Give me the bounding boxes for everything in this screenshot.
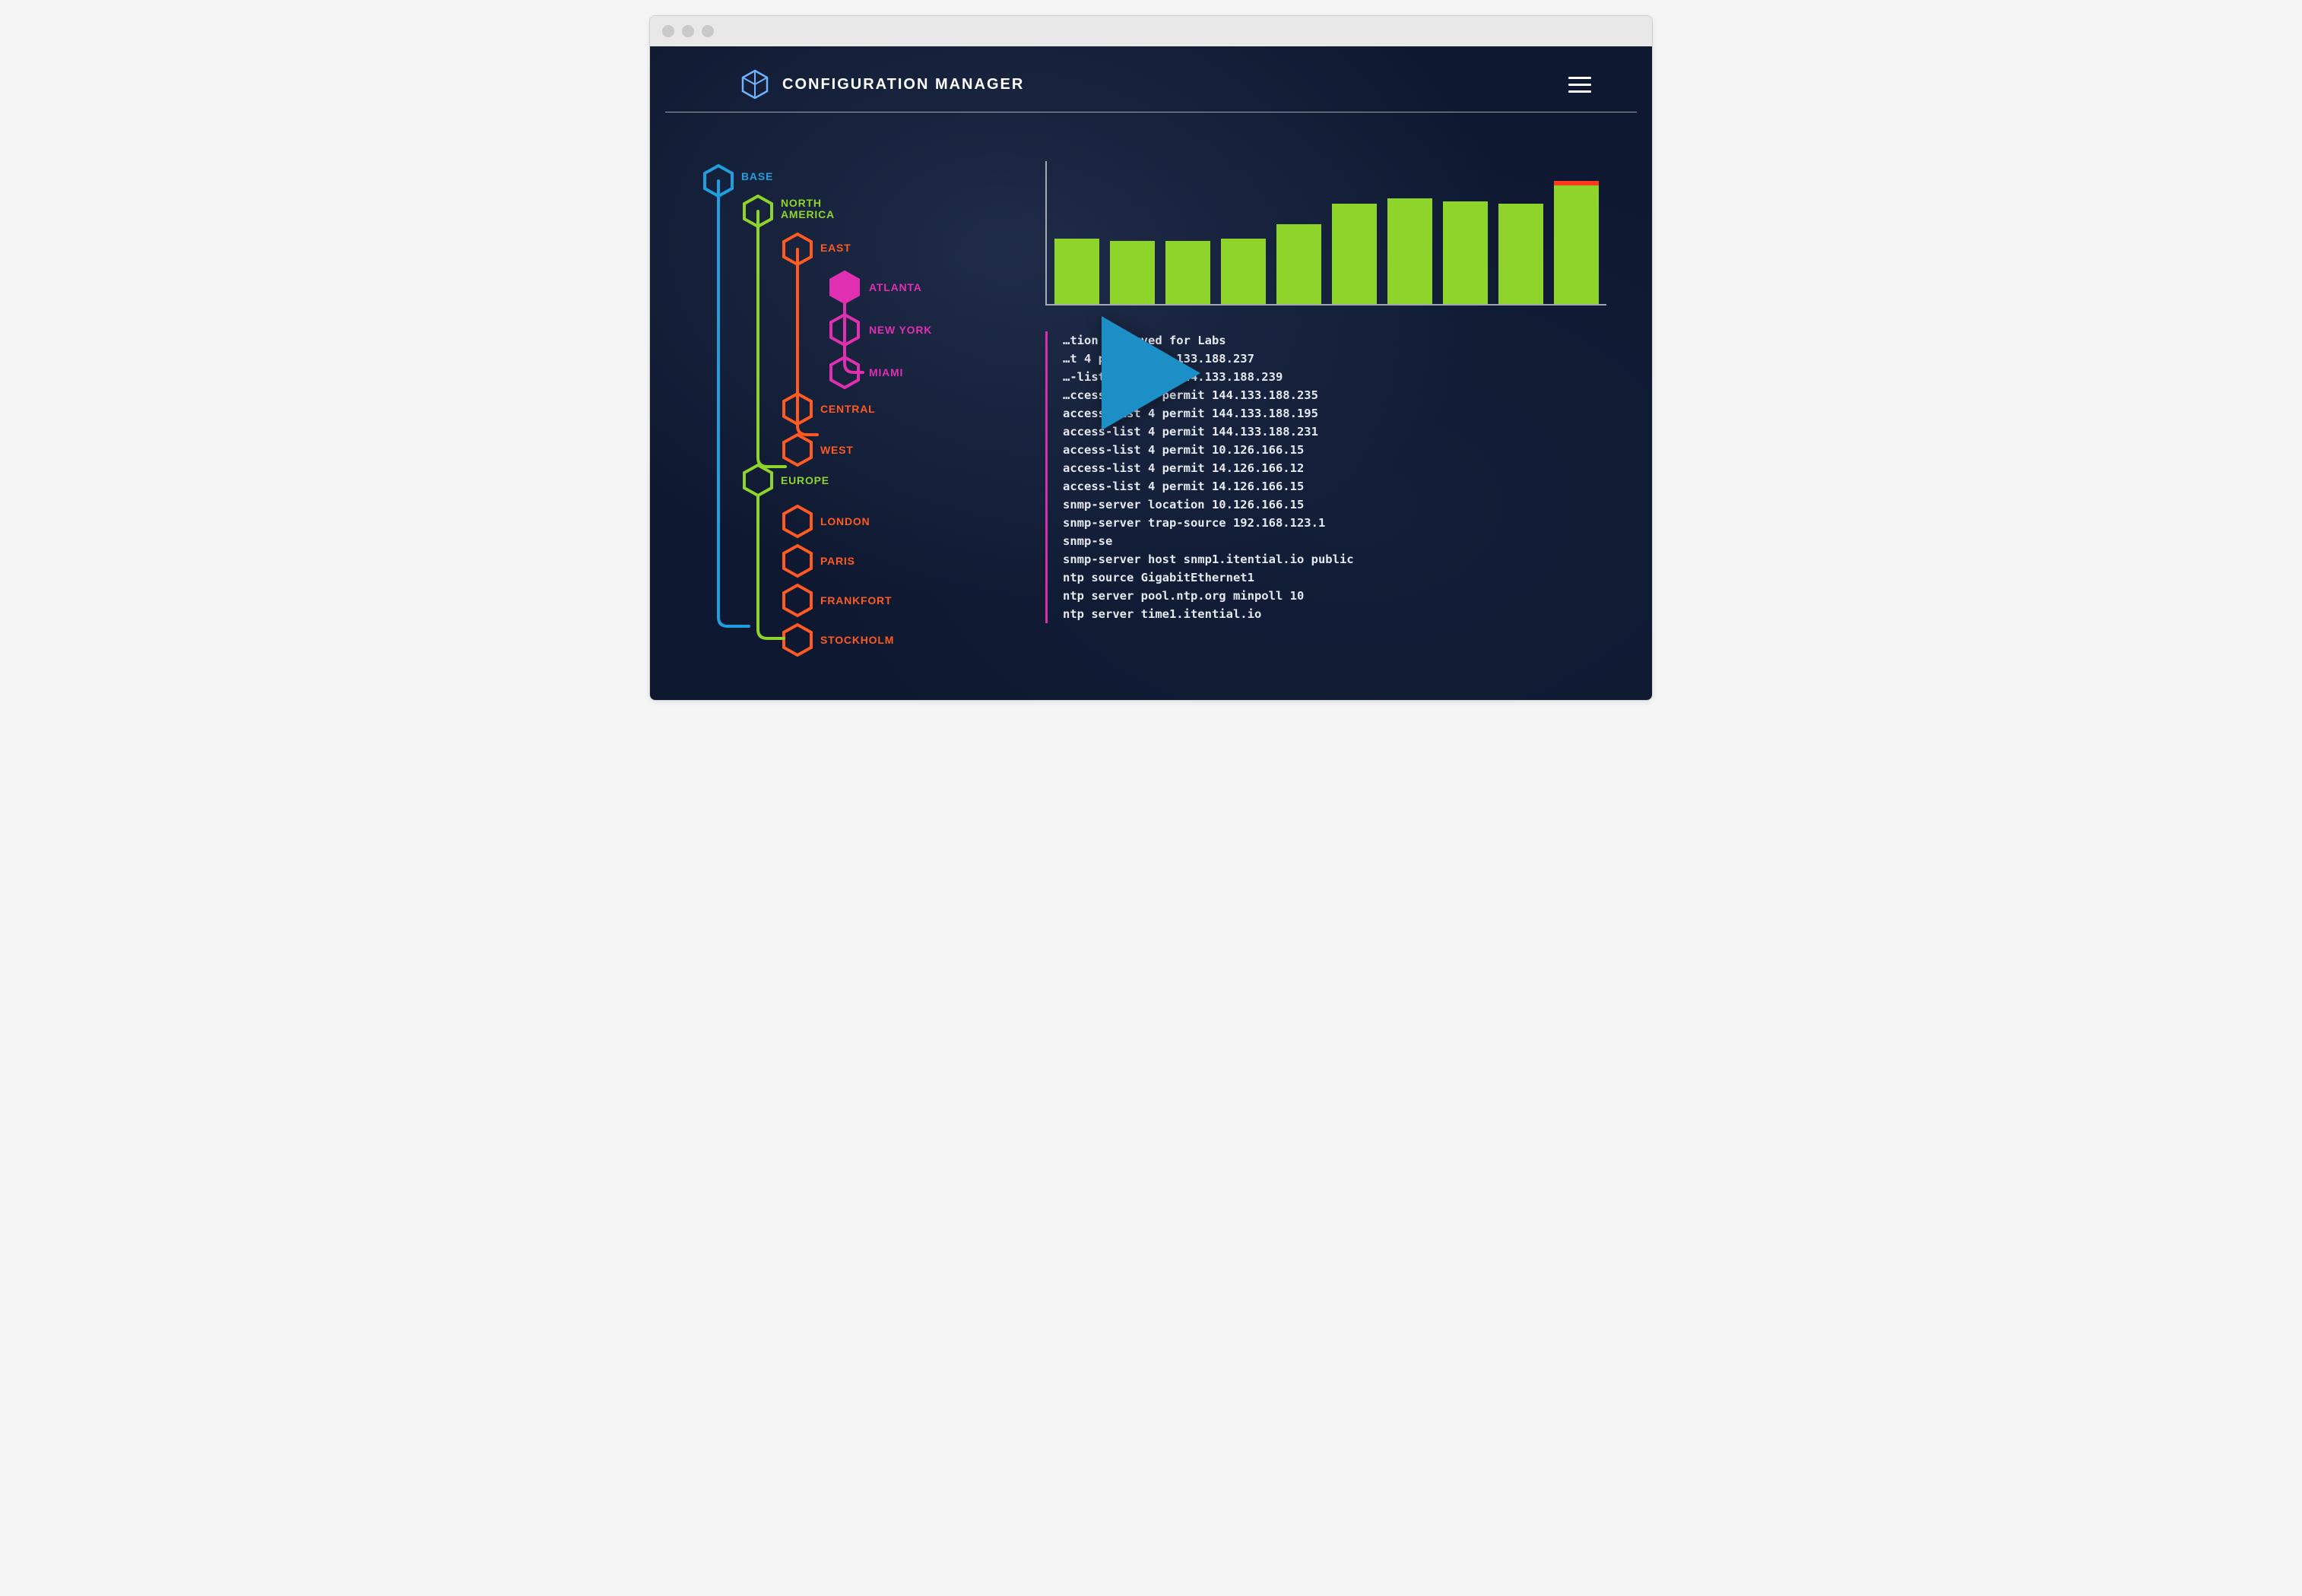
tree-node-newyork[interactable]: NEW YORK <box>869 324 932 336</box>
chart-bar <box>1498 204 1543 304</box>
tree-node-atlanta[interactable]: ATLANTA <box>869 281 922 293</box>
chart-bar <box>1443 201 1488 304</box>
tree-node-frankfort[interactable]: FRANKFORT <box>820 594 892 606</box>
app-root: CONFIGURATION MANAGER <box>650 46 1652 700</box>
chart-bar <box>1387 198 1432 304</box>
config-line: ntp server time1.itential.io <box>1063 605 1606 623</box>
config-line: snmp-server location 10.126.166.15 <box>1063 496 1606 514</box>
config-line: ntp source GigabitEthernet1 <box>1063 568 1606 587</box>
chart-bar <box>1332 204 1377 304</box>
usage-bar-chart <box>1045 161 1606 306</box>
tree-node-east[interactable]: EAST <box>820 242 851 254</box>
chart-bar <box>1165 241 1210 304</box>
tree-node-base[interactable]: BASE <box>741 170 773 182</box>
chart-bar <box>1110 241 1155 304</box>
browser-frame: CONFIGURATION MANAGER <box>649 15 1653 701</box>
chart-bar <box>1221 239 1266 304</box>
config-line: access-list 4 permit 10.126.166.15 <box>1063 441 1606 459</box>
tree-node-west[interactable]: WEST <box>820 444 854 456</box>
chart-bar <box>1554 181 1599 304</box>
config-line: access-list 4 permit 14.126.166.12 <box>1063 459 1606 477</box>
brand-title: CONFIGURATION MANAGER <box>782 76 1024 93</box>
traffic-light-max[interactable] <box>702 25 714 37</box>
tree-connectors <box>696 143 1015 660</box>
menu-button[interactable] <box>1568 77 1591 93</box>
tree-node-north-america[interactable]: NORTHAMERICA <box>781 198 835 221</box>
tree-node-europe[interactable]: EUROPE <box>781 474 829 486</box>
browser-titlebar <box>650 16 1652 46</box>
chart-bar <box>1276 224 1321 304</box>
traffic-light-min[interactable] <box>682 25 694 37</box>
topbar: CONFIGURATION MANAGER <box>665 46 1637 112</box>
tree-node-stockholm[interactable]: STOCKHOLM <box>820 634 894 646</box>
config-line: snmp-se <box>1063 532 1606 550</box>
location-tree: BASE NORTHAMERICA EAST ATLANTA NEW YORK … <box>696 143 1015 660</box>
tree-node-miami[interactable]: MIAMI <box>869 366 903 378</box>
config-line: ntp server pool.ntp.org minpoll 10 <box>1063 587 1606 605</box>
tree-node-london[interactable]: LONDON <box>820 515 870 527</box>
chart-bar <box>1054 239 1099 304</box>
config-line: snmp-server trap-source 192.168.123.1 <box>1063 514 1606 532</box>
tree-node-central[interactable]: CENTRAL <box>820 403 875 415</box>
brand-logo-icon <box>741 69 769 100</box>
play-button[interactable] <box>1102 316 1200 430</box>
config-line: snmp-server host snmp1.itential.io publi… <box>1063 550 1606 568</box>
config-line: access-list 4 permit 14.126.166.15 <box>1063 477 1606 496</box>
traffic-light-close[interactable] <box>662 25 674 37</box>
tree-node-paris[interactable]: PARIS <box>820 555 855 567</box>
